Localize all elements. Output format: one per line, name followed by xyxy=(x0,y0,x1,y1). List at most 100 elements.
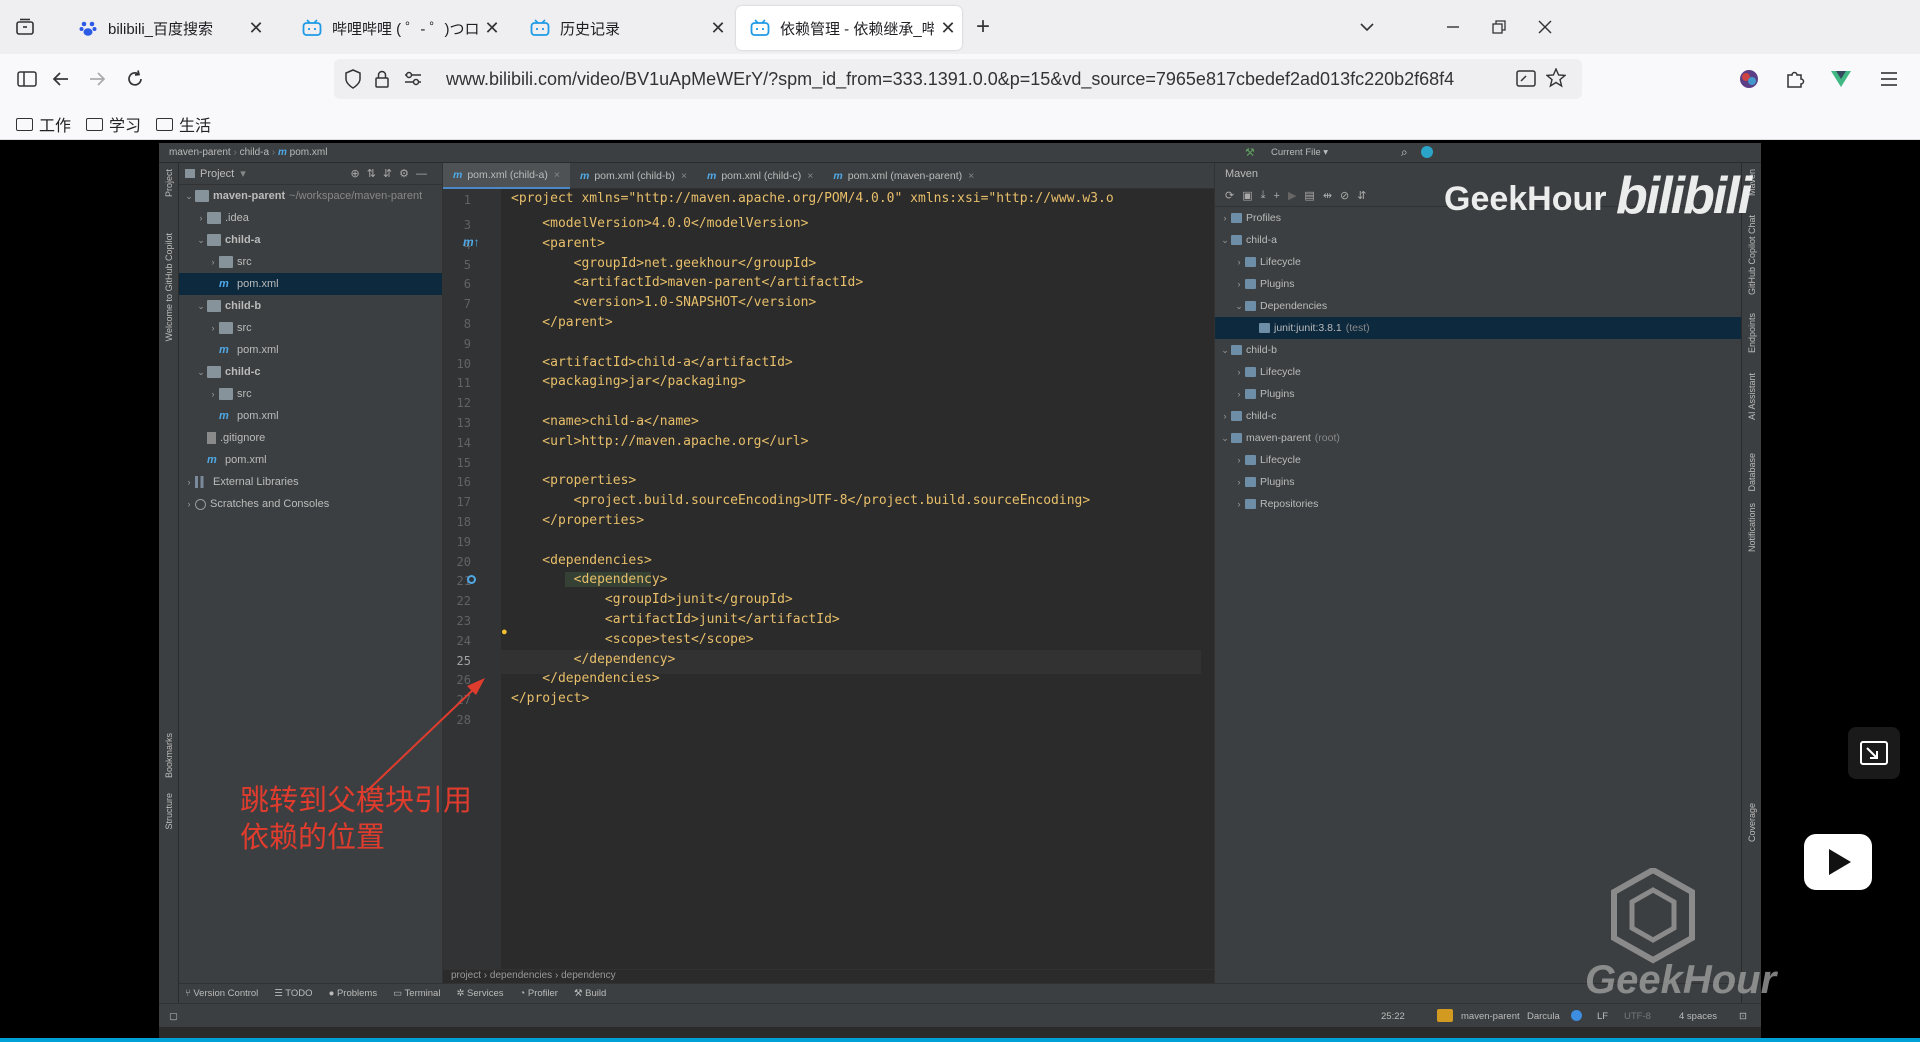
crumb-module[interactable]: child-a xyxy=(240,147,269,158)
chevron-down-icon[interactable]: ⌄ xyxy=(195,301,207,312)
reload-projects-icon[interactable]: ⟳ xyxy=(1225,189,1234,202)
maven-tree-item[interactable]: junit:junit:3.8.1 (test) xyxy=(1215,317,1741,339)
close-tab-icon[interactable]: ✕ xyxy=(934,18,962,39)
chevron-right-icon[interactable]: › xyxy=(1233,499,1245,509)
build-hammer-icon[interactable]: ⚒ xyxy=(1245,146,1255,159)
maven-tree-item[interactable]: › Plugins xyxy=(1215,471,1741,493)
chevron-down-icon[interactable]: ⌄ xyxy=(1219,235,1231,246)
chevron-right-icon[interactable]: › xyxy=(207,323,219,333)
permissions-icon[interactable] xyxy=(404,71,422,92)
code-line[interactable]: <name>child-a</name> xyxy=(511,414,699,429)
generate-sources-icon[interactable]: ▣ xyxy=(1242,189,1252,202)
override-marker-icon[interactable]: m↑ xyxy=(463,235,480,249)
tab-overview-icon[interactable] xyxy=(10,12,40,42)
download-icon[interactable]: ⤓ xyxy=(1261,189,1266,202)
chevron-right-icon[interactable]: › xyxy=(195,213,207,223)
close-tab-icon[interactable]: ✕ xyxy=(704,18,732,39)
todo-tab[interactable]: ☰ TODO xyxy=(274,988,312,999)
code-line[interactable]: <dependencies> xyxy=(511,553,652,568)
crumb-file[interactable]: pom.xml xyxy=(290,147,328,158)
minimize-icon[interactable] xyxy=(1438,12,1468,42)
indent-setting[interactable]: 4 spaces xyxy=(1679,1011,1717,1022)
chevron-right-icon[interactable]: › xyxy=(207,257,219,267)
project-tree-item[interactable]: .gitignore xyxy=(179,427,442,449)
endpoints-tool-tab[interactable]: Endpoints xyxy=(1747,313,1757,353)
chevron-down-icon[interactable]: ⌄ xyxy=(1219,345,1231,356)
chevron-right-icon[interactable]: › xyxy=(1233,455,1245,465)
project-tree-item[interactable]: ⌄ maven-parent ~/workspace/maven-parent xyxy=(179,185,442,207)
video-player[interactable]: maven-parent › child-a › m pom.xml Curre… xyxy=(0,140,1920,1042)
bookmarks-tool-tab[interactable]: Bookmarks xyxy=(164,733,174,778)
editor-tab[interactable]: m pom.xml (maven-parent) × xyxy=(823,163,984,189)
close-tab-icon[interactable]: × xyxy=(681,170,687,182)
crumb-root[interactable]: maven-parent xyxy=(169,147,231,158)
project-tree-item[interactable]: m pom.xml xyxy=(179,273,442,295)
restore-icon[interactable] xyxy=(1484,12,1514,42)
ide-update-icon[interactable] xyxy=(1421,146,1433,158)
picture-in-picture-button[interactable] xyxy=(1848,727,1900,779)
caret-position[interactable]: 25:22 xyxy=(1381,1011,1405,1022)
code-line[interactable]: <version>1.0-SNAPSHOT</version> xyxy=(511,295,817,310)
project-tool-tab[interactable]: Project xyxy=(164,169,174,197)
code-line[interactable]: <parent> xyxy=(511,236,605,251)
database-tool-tab[interactable]: Database xyxy=(1747,453,1757,492)
chevron-down-icon[interactable]: ⌄ xyxy=(1219,433,1231,444)
project-tree-item[interactable]: ⌄ child-a xyxy=(179,229,442,251)
collapse-icon[interactable]: ⇵ xyxy=(1357,189,1366,202)
run-icon[interactable]: ▶ xyxy=(1288,189,1296,202)
navigate-parent-marker-icon[interactable] xyxy=(467,575,476,584)
code-line[interactable]: <url>http://maven.apache.org</url> xyxy=(511,434,808,449)
code-line[interactable]: <project xmlns="http://maven.apache.org/… xyxy=(511,191,1114,206)
code-line[interactable]: <packaging>jar</packaging> xyxy=(511,374,746,389)
maven-tree-item[interactable]: › Lifecycle xyxy=(1215,251,1741,273)
lightbulb-icon[interactable]: ● xyxy=(501,626,508,638)
maven-tree-item[interactable]: › child-c xyxy=(1215,405,1741,427)
close-tab-icon[interactable]: × xyxy=(968,170,974,182)
sidebar-icon[interactable] xyxy=(12,64,42,94)
lock-icon[interactable] xyxy=(374,69,390,94)
editor-tab[interactable]: m pom.xml (child-a) × xyxy=(443,163,570,189)
problems-tab[interactable]: ● Problems xyxy=(329,988,378,999)
layout-icon[interactable]: ▢ xyxy=(169,1011,178,1022)
close-tab-icon[interactable]: × xyxy=(807,170,813,182)
chevron-right-icon[interactable]: › xyxy=(1233,367,1245,377)
code-line[interactable]: </dependencies> xyxy=(511,671,659,686)
project-tree-item[interactable]: › Scratches and Consoles xyxy=(179,493,442,515)
crumb-dependency[interactable]: dependency xyxy=(561,970,616,981)
structure-tool-tab[interactable]: Structure xyxy=(164,793,174,830)
chevron-down-icon[interactable]: ⌄ xyxy=(195,235,207,246)
project-tree-item[interactable]: m pom.xml xyxy=(179,339,442,361)
maven-tree-item[interactable]: ⌄ child-a xyxy=(1215,229,1741,251)
maven-tree-item[interactable]: ⌄ Dependencies xyxy=(1215,295,1741,317)
menu-icon[interactable] xyxy=(1874,64,1904,94)
close-window-icon[interactable] xyxy=(1530,12,1560,42)
profiler-tab[interactable]: ◔ Profiler xyxy=(519,988,557,999)
copilot-welcome-tool-tab[interactable]: Welcome to GitHub Copilot xyxy=(164,233,174,341)
code-line[interactable]: <dependency> xyxy=(511,572,668,588)
browser-tab[interactable]: bilibili_百度搜索 ✕ xyxy=(64,6,270,50)
reload-icon[interactable] xyxy=(120,64,150,94)
terminal-tab[interactable]: ▭ Terminal xyxy=(393,988,440,999)
browser-tab[interactable]: 依赖管理 - 依赖继承_哔哩哔哩_✕ xyxy=(736,6,962,50)
chevron-right-icon[interactable]: › xyxy=(207,389,219,399)
status-theme[interactable]: Darcula xyxy=(1527,1011,1560,1022)
chevron-right-icon[interactable]: › xyxy=(183,477,195,487)
code-line[interactable]: <groupId>junit</groupId> xyxy=(511,592,793,607)
crumb-project[interactable]: project xyxy=(451,970,481,981)
account-avatar[interactable] xyxy=(1734,64,1764,94)
code-line[interactable]: <scope>test</scope> xyxy=(511,632,754,647)
url-bar[interactable]: www.bilibili.com/video/BV1uApMeWErY/?spm… xyxy=(334,59,1582,99)
reader-view-icon[interactable] xyxy=(1516,69,1536,94)
browser-tab[interactable]: 历史记录 ✕ xyxy=(516,6,732,50)
code-line[interactable]: <artifactId>maven-parent</artifactId> xyxy=(511,275,864,290)
chevron-down-icon[interactable]: ⌄ xyxy=(195,367,207,378)
bookmark-folder-life[interactable]: 生活 xyxy=(156,112,211,136)
code-line[interactable]: </properties> xyxy=(511,513,644,528)
code-line[interactable]: <project.build.sourceEncoding>UTF-8</pro… xyxy=(511,493,1091,508)
code-line[interactable]: <groupId>net.geekhour</groupId> xyxy=(511,256,817,271)
code-line[interactable]: <artifactId>child-a</artifactId> xyxy=(511,355,792,370)
code-area[interactable]: <project xmlns="http://maven.apache.org/… xyxy=(501,189,1201,969)
project-tree-item[interactable]: ⌄ child-c xyxy=(179,361,442,383)
build-tab[interactable]: ⚒ Build xyxy=(574,988,606,999)
bilibili-play-button[interactable] xyxy=(1804,834,1872,890)
